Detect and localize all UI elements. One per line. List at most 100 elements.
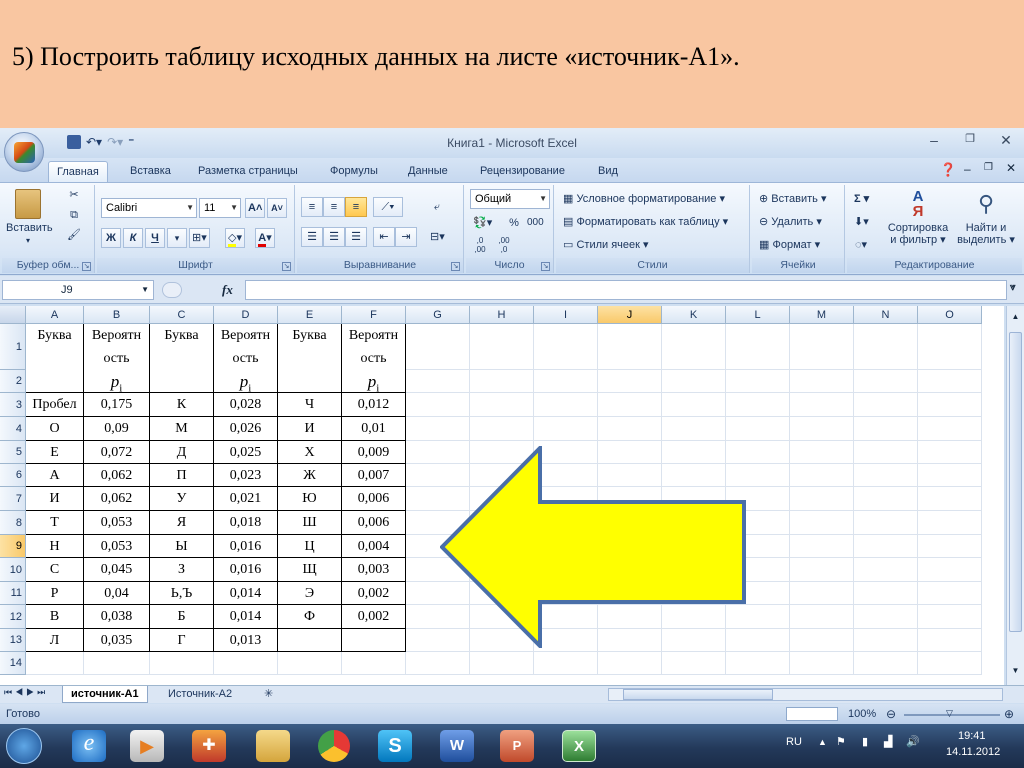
table-cell-C7[interactable]: У: [150, 487, 214, 511]
table-cell-A10[interactable]: С: [26, 558, 84, 582]
cell-J4[interactable]: [598, 417, 662, 441]
cell-N1[interactable]: [854, 324, 918, 370]
clear-icon[interactable]: ◌▾: [851, 235, 871, 255]
cell-C14[interactable]: [150, 652, 214, 675]
copy-icon[interactable]: ⧉: [64, 205, 84, 225]
font-color-icon[interactable]: A▾: [255, 228, 275, 248]
table-cell-E4[interactable]: И: [278, 417, 342, 441]
table-cell-B11[interactable]: 0,04: [84, 582, 150, 605]
font-dialog-launcher[interactable]: ↘: [282, 262, 291, 271]
cell-styles-button[interactable]: ▭ Стили ячеек ▾: [560, 235, 652, 255]
ribbon-restore-button[interactable]: ❐: [984, 162, 993, 173]
tab-view[interactable]: Вид: [590, 161, 626, 182]
column-header-F[interactable]: F: [342, 306, 406, 324]
italic-button[interactable]: К: [123, 228, 143, 248]
number-format-combo[interactable]: Общий ▼: [470, 189, 550, 209]
align-top-icon[interactable]: ≡: [301, 197, 323, 217]
table-cell-C12[interactable]: Б: [150, 605, 214, 629]
cell-H1[interactable]: [470, 324, 534, 370]
row-header-13[interactable]: 13: [0, 629, 26, 652]
cell-O10[interactable]: [918, 558, 982, 582]
tab-insert[interactable]: Вставка: [122, 161, 179, 182]
shrink-font-button[interactable]: A˅: [267, 198, 287, 218]
cell-N10[interactable]: [854, 558, 918, 582]
table-cell-D12[interactable]: 0,014: [214, 605, 278, 629]
sheet-tab-2[interactable]: Источник-А2: [160, 686, 240, 703]
table-cell-D6[interactable]: 0,023: [214, 464, 278, 487]
underline-dropdown-icon[interactable]: ▾: [167, 228, 187, 248]
conditional-formatting-button[interactable]: ▦ Условное форматирование ▾: [560, 189, 728, 209]
table-cell-B8[interactable]: 0,053: [84, 511, 150, 535]
table-cell-F7[interactable]: 0,006: [342, 487, 406, 511]
table-cell-A3[interactable]: Пробел: [26, 393, 84, 417]
cell-M1[interactable]: [790, 324, 854, 370]
cell-H2[interactable]: [470, 370, 534, 393]
cell-L4[interactable]: [726, 417, 790, 441]
table-cell-A5[interactable]: Е: [26, 441, 84, 464]
table-cell-C4[interactable]: М: [150, 417, 214, 441]
cell-A14[interactable]: [26, 652, 84, 675]
row-header-5[interactable]: 5: [0, 441, 26, 464]
cell-N13[interactable]: [854, 629, 918, 652]
cell-K1[interactable]: [662, 324, 726, 370]
cell-E14[interactable]: [278, 652, 342, 675]
cell-G4[interactable]: [406, 417, 470, 441]
cell-M2[interactable]: [790, 370, 854, 393]
cell-I2[interactable]: [534, 370, 598, 393]
minimize-button[interactable]: –: [920, 132, 948, 148]
sort-filter-button[interactable]: АЯ Сортировка и фильтр ▾: [883, 189, 953, 246]
row-header-11[interactable]: 11: [0, 582, 26, 605]
column-header-K[interactable]: K: [662, 306, 726, 324]
cell-J14[interactable]: [598, 652, 662, 675]
excel-icon[interactable]: X: [562, 730, 596, 762]
clipboard-dialog-launcher[interactable]: ↘: [82, 262, 91, 271]
chrome-icon[interactable]: [318, 730, 350, 762]
column-header-H[interactable]: H: [470, 306, 534, 324]
language-indicator[interactable]: RU: [786, 736, 802, 748]
column-header-O[interactable]: O: [918, 306, 982, 324]
table-cell-E5[interactable]: Х: [278, 441, 342, 464]
table-cell-F13[interactable]: [342, 629, 406, 652]
cell-I14[interactable]: [534, 652, 598, 675]
cell-L2[interactable]: [726, 370, 790, 393]
table-cell-F10[interactable]: 0,003: [342, 558, 406, 582]
cell-N6[interactable]: [854, 464, 918, 487]
cell-M5[interactable]: [790, 441, 854, 464]
cell-K3[interactable]: [662, 393, 726, 417]
format-painter-icon[interactable]: 🖌: [64, 225, 84, 245]
table-cell-B13[interactable]: 0,035: [84, 629, 150, 652]
row-header-10[interactable]: 10: [0, 558, 26, 582]
column-header-L[interactable]: L: [726, 306, 790, 324]
bold-button[interactable]: Ж: [101, 228, 121, 248]
row-header-2[interactable]: 2: [0, 370, 26, 393]
table-cell-F12[interactable]: 0,002: [342, 605, 406, 629]
column-header-J[interactable]: J: [598, 306, 662, 324]
cell-I4[interactable]: [534, 417, 598, 441]
table-cell-D13[interactable]: 0,013: [214, 629, 278, 652]
word-icon[interactable]: W: [440, 730, 474, 762]
table-cell-B6[interactable]: 0,062: [84, 464, 150, 487]
table-cell-F8[interactable]: 0,006: [342, 511, 406, 535]
cell-J3[interactable]: [598, 393, 662, 417]
table-cell-C11[interactable]: Ь,Ъ: [150, 582, 214, 605]
format-cells-button[interactable]: ▦ Формат ▾: [756, 235, 823, 255]
office-button[interactable]: [4, 132, 44, 172]
table-cell-D4[interactable]: 0,026: [214, 417, 278, 441]
skype-icon[interactable]: S: [378, 730, 412, 762]
cell-G1[interactable]: [406, 324, 470, 370]
align-middle-icon[interactable]: ≡: [323, 197, 345, 217]
cell-K14[interactable]: [662, 652, 726, 675]
table-cell-A4[interactable]: О: [26, 417, 84, 441]
cell-M12[interactable]: [790, 605, 854, 629]
zoom-out-icon[interactable]: ⊖: [886, 707, 896, 721]
table-cell-C5[interactable]: Д: [150, 441, 214, 464]
cell-O11[interactable]: [918, 582, 982, 605]
table-cell-B12[interactable]: 0,038: [84, 605, 150, 629]
cell-N12[interactable]: [854, 605, 918, 629]
select-all-corner[interactable]: [0, 306, 26, 324]
cell-H4[interactable]: [470, 417, 534, 441]
cell-H3[interactable]: [470, 393, 534, 417]
formula-input[interactable]: [245, 280, 1007, 300]
table-cell-A12[interactable]: В: [26, 605, 84, 629]
cell-N11[interactable]: [854, 582, 918, 605]
